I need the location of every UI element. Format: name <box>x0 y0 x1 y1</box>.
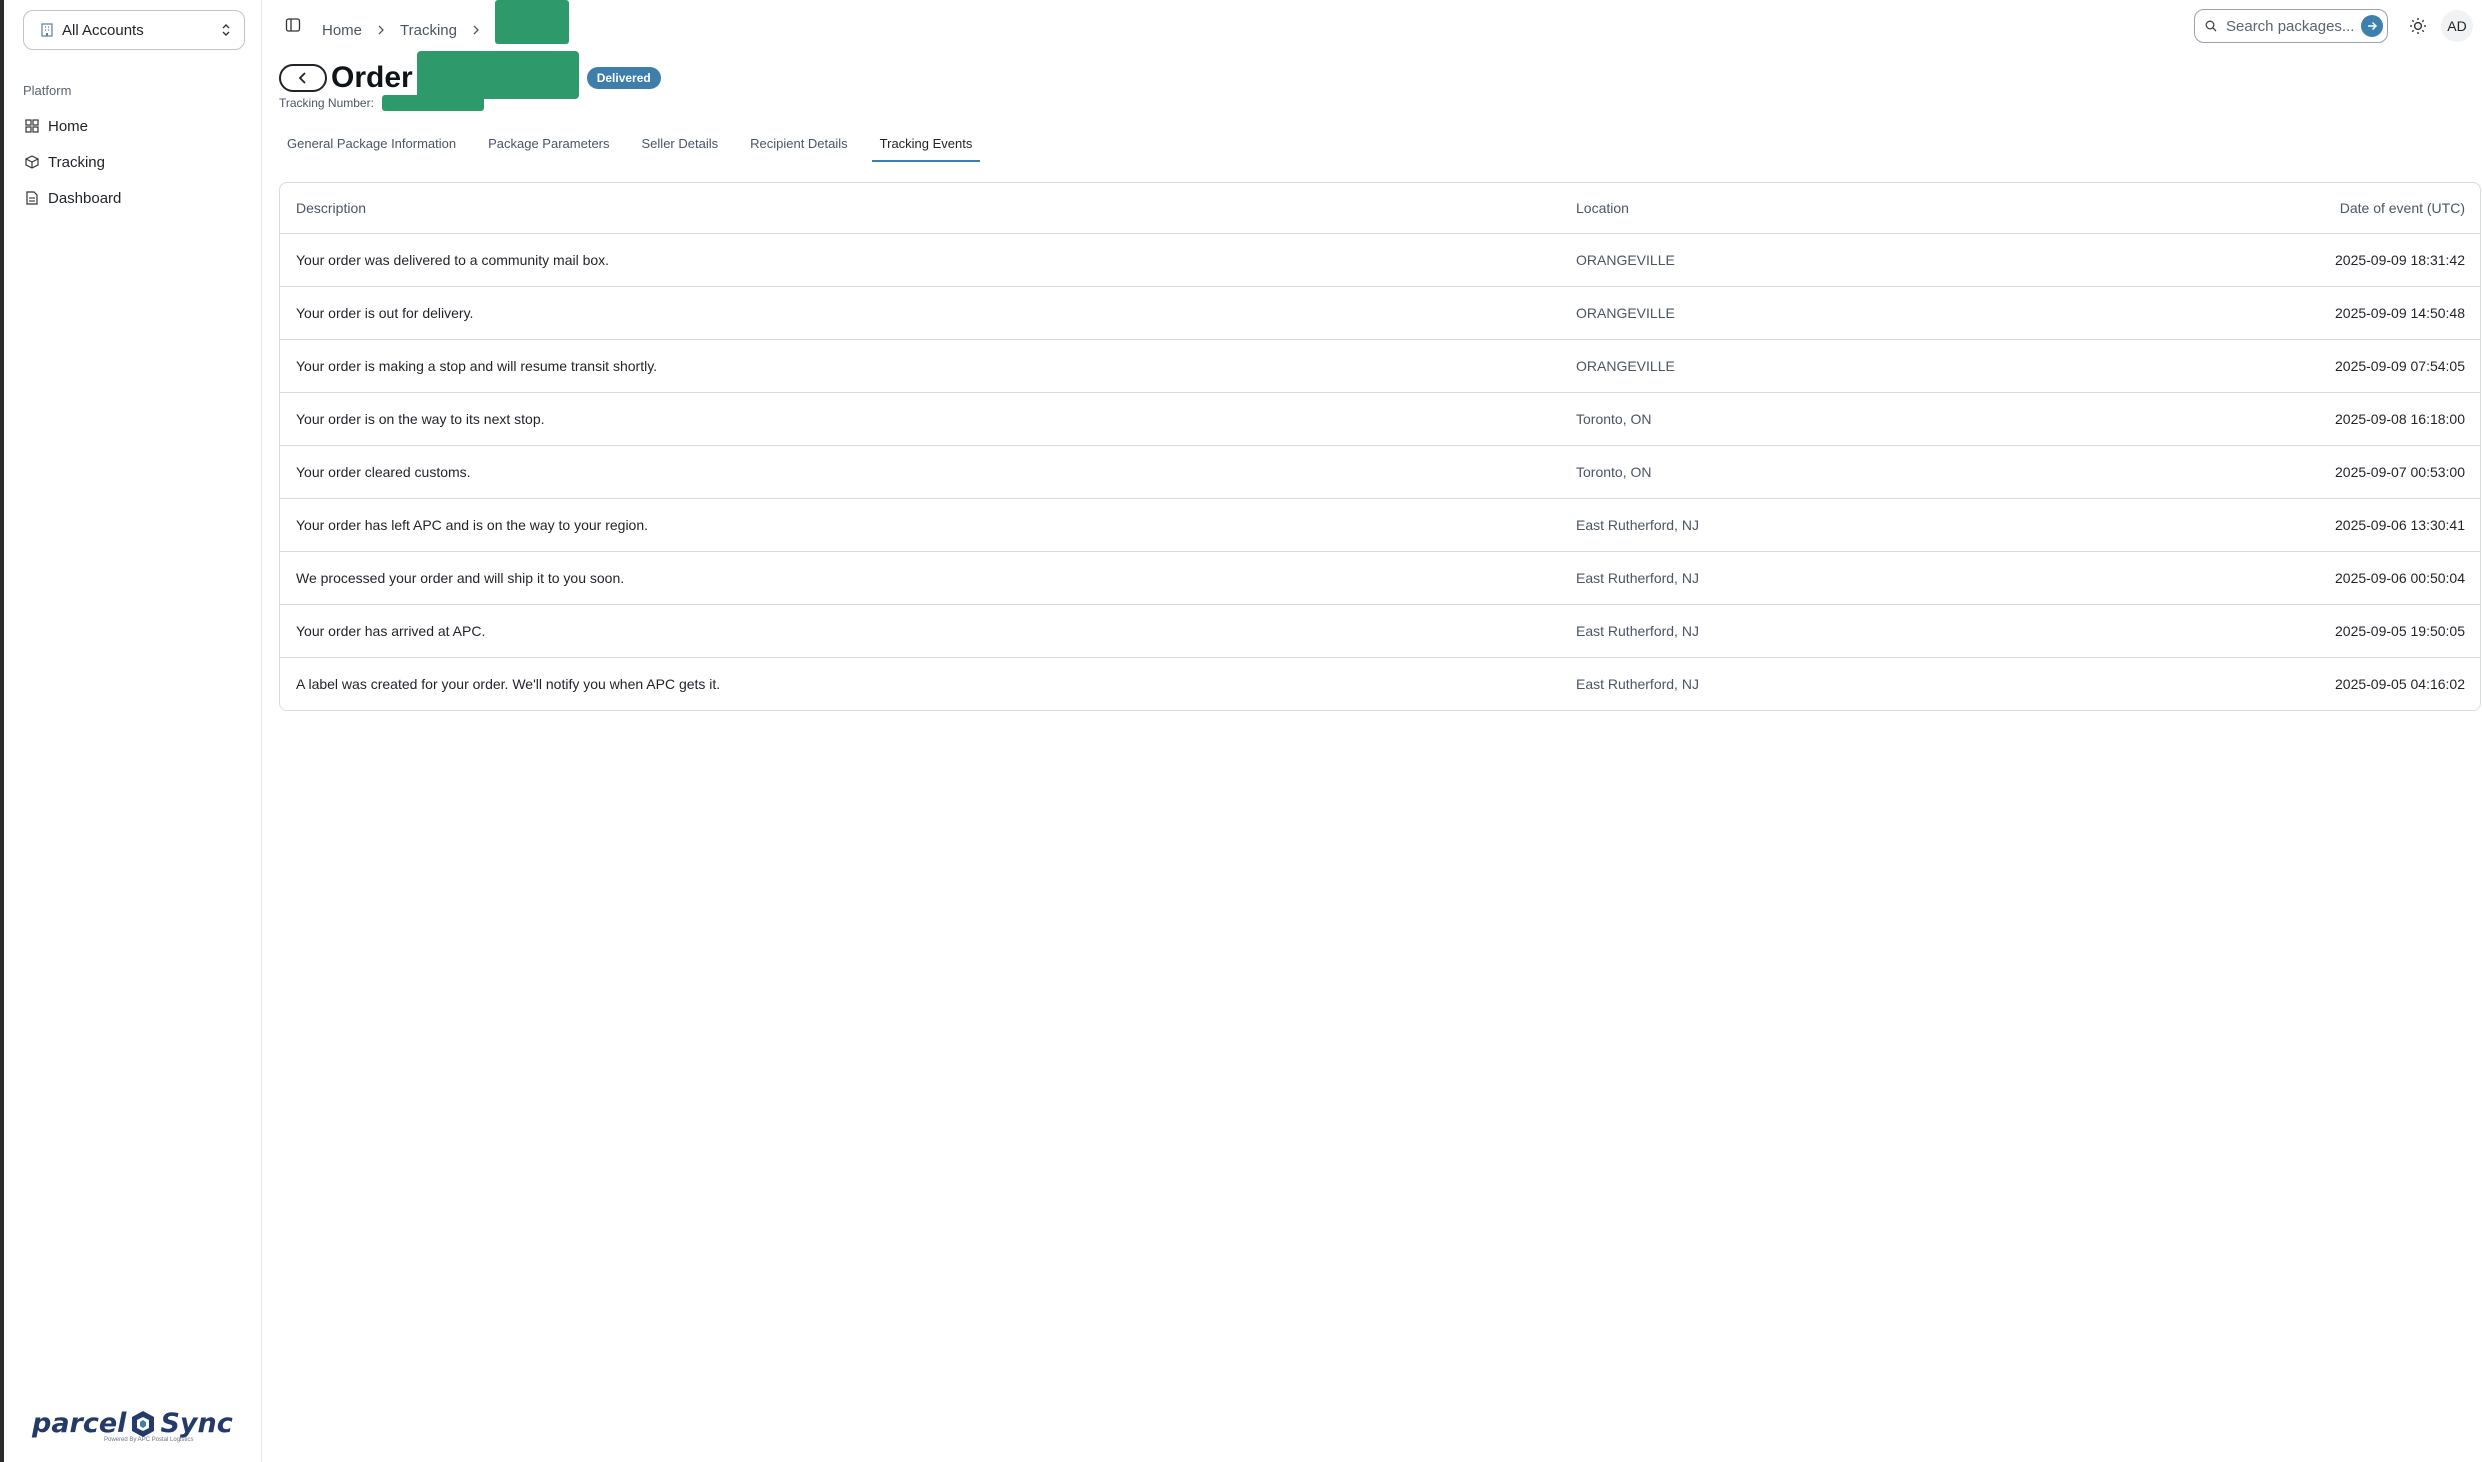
event-location: ORANGEVILLE <box>1576 233 1991 287</box>
event-description: Your order is on the way to its next sto… <box>280 392 1576 446</box>
table-row: Your order was delivered to a community … <box>280 233 2480 287</box>
sidebar-item-label: Dashboard <box>48 189 122 207</box>
page-title: Order <box>331 61 413 94</box>
event-location: East Rutherford, NJ <box>1576 604 1991 658</box>
event-description: Your order has arrived at APC. <box>280 604 1576 658</box>
order-title-row: Order Delivered <box>279 51 661 99</box>
top-bar: Home Tracking Search packages... AD <box>263 0 2482 52</box>
chevron-left-icon <box>298 72 306 84</box>
sidebar-item-label: Home <box>48 117 89 135</box>
tab-recipient-details[interactable]: Recipient Details <box>742 130 856 162</box>
event-location: East Rutherford, NJ <box>1576 675 1699 692</box>
event-description: Your order cleared customs. <box>280 445 1576 499</box>
file-icon <box>26 191 38 205</box>
redacted-order-id <box>416 51 579 99</box>
event-location: ORANGEVILLE <box>1576 339 1991 393</box>
search-box[interactable]: Search packages... <box>2194 9 2388 43</box>
event-location: Toronto, ON <box>1576 392 1991 446</box>
sidebar: All Accounts Platform Home Tracking Dash… <box>8 0 262 1462</box>
event-description: A label was created for your order. We'l… <box>296 675 721 692</box>
user-avatar[interactable]: AD <box>2441 10 2473 42</box>
tracking-number-label: Tracking Number: <box>279 96 374 110</box>
tab-package-parameters[interactable]: Package Parameters <box>480 130 617 162</box>
redacted-breadcrumb <box>494 0 569 44</box>
sidebar-item-label: Tracking <box>48 153 105 171</box>
event-description: Your order was delivered to a community … <box>280 233 1576 287</box>
search-placeholder: Search packages... <box>2226 17 2355 35</box>
event-date: 2025-09-08 16:18:00 <box>1990 392 2480 446</box>
column-header-description: Description <box>280 183 1576 234</box>
account-select-label: All Accounts <box>62 21 144 39</box>
sidebar-item-dashboard[interactable]: Dashboard <box>23 180 249 216</box>
breadcrumb-home[interactable]: Home <box>322 22 362 39</box>
app-window: All Accounts Platform Home Tracking Dash… <box>0 0 2482 1462</box>
table-row: Your order has arrived at APC. East Ruth… <box>280 604 2480 658</box>
event-date: 2025-09-05 04:16:02 <box>2335 675 2465 692</box>
chevron-right-icon <box>378 25 384 35</box>
sidebar-nav: Home Tracking Dashboard <box>23 108 249 216</box>
redacted-tracking-number <box>381 95 484 111</box>
chevron-updown-icon <box>222 24 230 36</box>
event-location: East Rutherford, NJ <box>1576 498 1991 552</box>
search-icon <box>2205 20 2217 32</box>
back-button[interactable] <box>279 64 327 92</box>
table-row: Your order is out for delivery. ORANGEVI… <box>280 286 2480 340</box>
breadcrumb: Home Tracking <box>322 0 569 44</box>
table-header-row: Description Location Date of event (UTC) <box>280 183 2480 234</box>
chevron-right-icon <box>473 25 479 35</box>
event-date: 2025-09-05 19:50:05 <box>1990 604 2480 658</box>
table-row: Your order is making a stop and will res… <box>280 339 2480 393</box>
event-location: Toronto, ON <box>1576 445 1991 499</box>
logo-mark-icon <box>132 1410 155 1437</box>
event-description: Your order has left APC and is on the wa… <box>280 498 1576 552</box>
table-row: Your order has left APC and is on the wa… <box>280 498 2480 552</box>
breadcrumb-tracking[interactable]: Tracking <box>400 22 457 39</box>
section-label-platform: Platform <box>23 83 72 98</box>
event-location: East Rutherford, NJ <box>1576 551 1991 605</box>
tab-seller-details[interactable]: Seller Details <box>634 130 727 162</box>
table-row: We processed your order and will ship it… <box>280 551 2480 605</box>
logo-text-left: parcel <box>32 1408 127 1439</box>
table-row: Your order is on the way to its next sto… <box>280 392 2480 446</box>
event-date: 2025-09-07 00:53:00 <box>1990 445 2480 499</box>
grid-icon <box>25 119 39 133</box>
column-header-location: Location <box>1576 183 1991 234</box>
event-description: Your order is out for delivery. <box>280 286 1576 340</box>
table-row: A label was created for your order. We'l… <box>280 657 2480 710</box>
sidebar-toggle-icon[interactable] <box>285 17 301 33</box>
tracking-events-table: Description Location Date of event (UTC)… <box>279 182 2481 711</box>
account-select[interactable]: All Accounts <box>23 10 245 50</box>
package-icon <box>25 155 39 169</box>
event-date: 2025-09-09 07:54:05 <box>1990 339 2480 393</box>
event-description: We processed your order and will ship it… <box>280 551 1576 605</box>
arrow-right-icon <box>2368 21 2378 31</box>
event-date: 2025-09-09 14:50:48 <box>1990 286 2480 340</box>
column-header-date: Date of event (UTC) <box>1990 183 2480 234</box>
event-location: ORANGEVILLE <box>1576 286 1991 340</box>
tab-tracking-events[interactable]: Tracking Events <box>871 130 981 162</box>
tab-bar: General Package Information Package Para… <box>279 130 996 162</box>
status-badge: Delivered <box>586 67 661 89</box>
tab-general-package-information[interactable]: General Package Information <box>279 130 464 162</box>
parcelsync-logo: parcel Sync Powered By APC Postal Logist… <box>32 1408 242 1448</box>
logo-text-right: Sync <box>160 1408 233 1439</box>
building-icon <box>41 23 53 37</box>
theme-toggle-sun-icon[interactable] <box>2408 16 2428 36</box>
table-row: Your order cleared customs. Toronto, ON … <box>280 445 2480 499</box>
main-content: Home Tracking Search packages... AD Orde… <box>263 0 2482 1462</box>
tracking-number: Tracking Number: <box>279 95 484 111</box>
event-description: Your order is making a stop and will res… <box>280 339 1576 393</box>
event-date: 2025-09-06 00:50:04 <box>1990 551 2480 605</box>
event-date: 2025-09-09 18:31:42 <box>1990 233 2480 287</box>
search-submit-button[interactable] <box>2361 15 2383 37</box>
sidebar-item-tracking[interactable]: Tracking <box>23 144 249 180</box>
sidebar-item-home[interactable]: Home <box>23 108 249 144</box>
event-date: 2025-09-06 13:30:41 <box>1990 498 2480 552</box>
